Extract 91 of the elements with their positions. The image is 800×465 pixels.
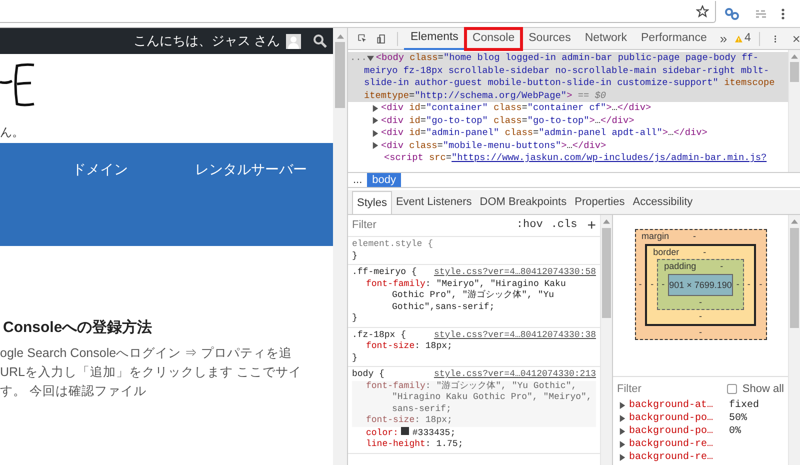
computed-property[interactable]: background-at… [629,399,729,412]
box-model-label: margin [642,230,670,243]
dom-node[interactable]: <div id="go-to-top" class="go-to-top">…</div> [348,114,788,127]
box-model-value: - [720,260,724,273]
devtools-tab[interactable]: Network [578,28,634,50]
nav-link[interactable]: ドメイン [72,159,128,180]
computed-value: 50% [729,412,748,425]
panel-tab[interactable]: Styles [352,191,392,214]
box-model-value: - [746,278,752,291]
class-toggle[interactable]: .cls [550,217,578,234]
box-model-value: - [650,278,655,291]
dom-node[interactable]: slide-in author-guest mobile-button-slide-in customize-support" itemscope [348,77,788,90]
dom-node[interactable]: <script src="https://www.jaskun.com/wp-includes/js/admin-bar.min.js? [348,152,788,164]
computed-filter-field[interactable]: Filter [617,380,728,398]
dom-node[interactable]: itemtype="http://schema.org/WebPage"> == $0 [348,90,788,102]
closing-brace: } [352,250,358,262]
inspect-icon[interactable] [358,32,367,45]
dom-node[interactable]: <div class="mobile-menu-buttons">…</div> [348,140,788,152]
source-link[interactable]: style.css?ver=4…0412074330:213 [434,369,596,380]
computed-property[interactable]: background-po… [629,425,729,438]
devtools-tab[interactable]: Console [465,28,522,50]
dom-node[interactable]: ... <body class="home blog logged-in admin-bar public-page page-body ff- [348,52,788,64]
show-all-label: Show all [742,382,784,397]
computed-property[interactable]: background-re… [629,451,729,464]
dom-scrollbar-thumb[interactable] [790,62,799,82]
source-link[interactable]: style.css?ver=4…80412074330:58 [434,267,596,278]
box-model-value: - [693,230,696,243]
computed-value: fixed [729,399,760,412]
expand-arrow-icon[interactable] [366,54,374,62]
css-selector: element.style { [352,239,434,250]
devtools-tab[interactable]: Elements [404,28,466,50]
nav-link[interactable]: レンタルサーバー [195,159,307,180]
box-model-value: - [660,278,666,291]
content-size: 901 × 7699.190 [668,274,733,296]
css-declaration: color: #333435; [365,426,457,439]
box-model-value: - [638,278,643,291]
panel-tab[interactable]: DOM Breakpoints [476,191,571,214]
css-declaration: font-size: 18px; [365,341,454,352]
devtools-tab[interactable]: Sources [522,28,578,50]
box-model-label: padding [664,260,696,273]
site-tagline: ん。 [0,124,25,141]
css-selector: .fz-18px { [352,330,406,341]
avatar-icon[interactable] [286,34,301,48]
new-rule-button[interactable]: + [587,218,596,232]
breadcrumb[interactable]: body [367,173,402,187]
more-tabs-button[interactable]: » [720,28,728,48]
computed-scrollbar-thumb[interactable] [790,228,799,328]
computed-property[interactable]: background-re… [629,438,729,451]
hover-state-toggle[interactable]: :hov [516,217,543,234]
box-model-value: - [758,278,764,291]
warning-count[interactable]: 4 [744,30,751,48]
show-all-checkbox[interactable] [727,384,738,394]
closing-brace: } [352,313,358,324]
styles-filter-field[interactable]: Filter [352,217,516,234]
box-model-value: - [735,278,740,291]
dom-node[interactable]: meiryo fz-18px scrollable-sidebar no-scrollable-main sidebar-right mblt- [348,64,788,77]
link-icon[interactable] [725,8,739,20]
box-model-value: - [699,311,702,321]
panel-tab[interactable]: Accessibility [628,191,697,214]
greeting-text[interactable]: こんにちは、ジャス さん [133,31,280,51]
box-model-value: - [699,326,702,336]
menu-icon[interactable] [781,8,785,20]
search-icon[interactable] [313,34,327,48]
box-model-label: border [653,246,680,258]
panel-tab[interactable]: Event Listeners [392,191,476,214]
css-declaration: line-height: 1.75; [365,439,464,450]
logo-drawing [0,62,36,108]
box-model-value: - [699,296,702,306]
devtools-tab[interactable]: Performance [634,28,714,50]
source-link[interactable]: style.css?ver=4…80412074330:38 [434,330,596,341]
dom-node[interactable]: <div id="container" class="container cf">…</div> [348,102,788,114]
kebab-menu-icon[interactable] [774,32,776,44]
device-icon[interactable] [376,32,385,46]
styles-scrollbar-thumb[interactable] [602,228,611,318]
css-selector: body { [352,369,384,380]
box-model-value: - [703,246,706,258]
css-selector: .ff-meiryo { [352,267,417,278]
css-declaration: font-family: "Meiryo", "Hiragino Kaku Gothic Pro", "游ゴシック体", "Yu Gothic",sans-serif; [365,278,567,313]
article-text: ogle Search Consoleへログイン ⇒ プロパティを追 URLを入力し「追加」をクリックします ここでサイ す。 今回は確認ファイル [0,344,302,400]
dom-node[interactable]: <div id="admin-panel" class="admin-panel apdt-all">…</div> [348,127,788,140]
closing-brace: } [352,352,358,364]
css-declaration: font-size: 18px; [352,415,596,426]
breadcrumb[interactable]: ... [348,173,368,187]
computed-property[interactable]: background-po… [629,412,729,425]
star-icon[interactable] [696,4,709,18]
css-declaration: font-family: "游ゴシック体", "Yu Gothic", "Hiragino Kaku Gothic Pro", "Meiryo", sans-serif; [352,380,596,415]
close-icon[interactable] [793,34,800,44]
article-heading: Consoleへの登録方法 [2,318,154,338]
panel-tab[interactable]: Properties [570,191,629,214]
page-scrollbar-thumb[interactable] [335,42,345,108]
computed-value: 0% [729,425,742,438]
